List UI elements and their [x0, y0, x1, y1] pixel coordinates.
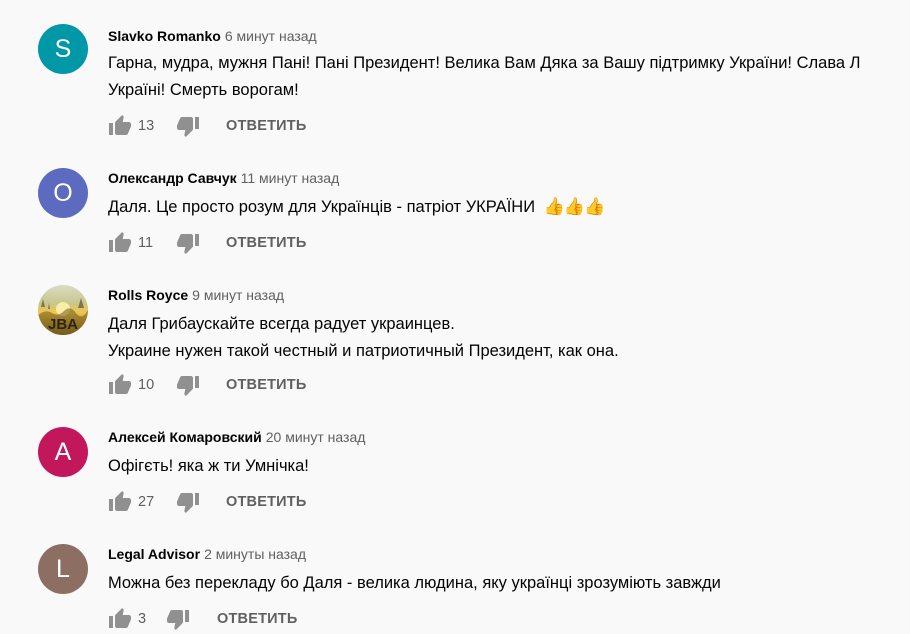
reply-button[interactable]: ОТВЕТИТЬ — [226, 234, 306, 252]
avatar[interactable]: A — [38, 427, 88, 477]
comment-actions: 10 ОТВЕТИТЬ — [108, 373, 508, 397]
thumb-down-icon — [177, 376, 199, 396]
comment-actions: 13 ОТВЕТИТЬ — [108, 114, 508, 138]
reply-button[interactable]: ОТВЕТИТЬ — [226, 376, 306, 394]
sunset-logo-icon: JBA — [38, 298, 88, 335]
comment-header: Rolls Royce 9 минут назад — [108, 286, 284, 304]
thumb-up-icon — [109, 374, 131, 394]
like-button[interactable] — [108, 114, 132, 138]
thumb-down-icon — [177, 234, 199, 254]
thumb-down-icon — [177, 493, 199, 513]
like-count: 10 — [138, 377, 155, 393]
comment-time[interactable]: 11 минут назад — [241, 170, 340, 186]
comment-actions: 27 ОТВЕТИТЬ — [108, 490, 508, 514]
like-count: 3 — [138, 611, 147, 627]
thumb-up-icon — [109, 491, 131, 511]
like-button[interactable] — [108, 373, 132, 397]
comment-header: Legal Advisor 2 минуты назад — [108, 545, 306, 563]
comment-actions: 11 ОТВЕТИТЬ — [108, 231, 508, 255]
like-button[interactable] — [108, 490, 132, 514]
comment-author[interactable]: Rolls Royce — [108, 287, 188, 303]
dislike-button[interactable] — [176, 231, 200, 255]
comment-text: Можна без перекладу бо Даля - велика люд… — [108, 574, 721, 592]
reply-button[interactable]: ОТВЕТИТЬ — [226, 493, 306, 511]
comment-text: Офігєть! яка ж ти Умнічка! — [108, 457, 309, 475]
comment-actions: 3 ОТВЕТИТЬ — [108, 607, 508, 631]
like-button[interactable] — [108, 231, 132, 255]
dislike-button[interactable] — [176, 114, 200, 138]
like-count: 13 — [138, 118, 155, 134]
avatar-logo-text: JBA — [48, 316, 78, 333]
reply-button[interactable]: ОТВЕТИТЬ — [226, 117, 306, 135]
thumb-up-icon — [109, 232, 131, 252]
dislike-button[interactable] — [176, 373, 200, 397]
thumb-down-icon — [177, 117, 199, 137]
avatar[interactable]: L — [38, 544, 88, 594]
like-count: 11 — [138, 235, 154, 251]
comment-thread: L Legal Advisor 2 минуты назад Можна без … — [0, 0, 910, 630]
like-button[interactable] — [108, 607, 132, 631]
comment-time[interactable]: 2 минуты назад — [204, 546, 306, 562]
thumbs-up-emoji: 👍👍👍 — [543, 197, 606, 217]
comment-author[interactable]: Олександр Савчук — [108, 170, 237, 186]
reply-button[interactable]: ОТВЕТИТЬ — [217, 610, 297, 628]
like-count: 27 — [138, 494, 155, 510]
comment-text: Даля. Це просто розум для Українців - па… — [108, 194, 910, 221]
avatar[interactable]: O — [38, 168, 88, 218]
thumb-up-icon — [109, 608, 131, 628]
comment-header: Олександр Савчук 11 минут назад — [108, 169, 339, 187]
comment-time[interactable]: 9 минут назад — [192, 287, 284, 303]
comment-text: Даля Грибаускайте всегда радует украинце… — [108, 315, 619, 360]
comment-author[interactable]: Legal Advisor — [108, 546, 200, 562]
thumb-down-icon — [167, 610, 189, 630]
comment-text-body: Даля. Це просто розум для Українців - па… — [108, 198, 540, 216]
avatar[interactable]: JBA — [38, 285, 88, 335]
comment-author[interactable]: Алексей Комаровский — [108, 429, 262, 445]
dislike-button[interactable] — [176, 490, 200, 514]
comment-header: Алексей Комаровский 20 минут назад — [108, 428, 365, 446]
comment-time[interactable]: 20 минут назад — [266, 429, 366, 445]
dislike-button[interactable] — [166, 607, 190, 631]
thumb-up-icon — [109, 115, 131, 135]
